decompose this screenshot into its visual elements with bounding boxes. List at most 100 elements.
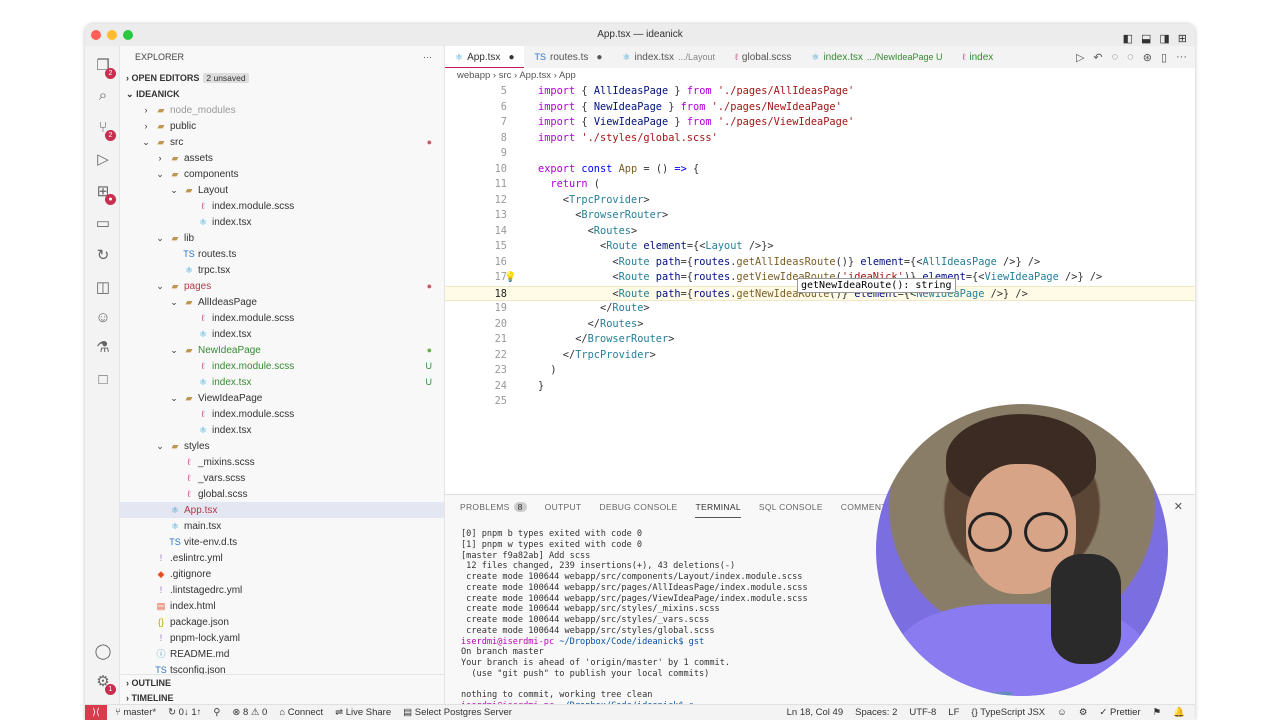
tree-file[interactable]: ℓ _mixins.scss [120,454,444,470]
tree-file[interactable]: ℓ _vars.scss [120,470,444,486]
run-debug-icon[interactable]: ▷ [93,150,113,170]
code-line[interactable]: 25 [445,394,1195,410]
editor-tab[interactable]: ⚛ index.tsx .../Layout [612,46,725,68]
panel-tab[interactable]: PROBLEMS 8 [460,502,527,512]
breadcrumb-item[interactable]: App.tsx [519,70,551,81]
workspace-root[interactable]: ⌄ IDEANICK [120,86,444,102]
tree-folder[interactable]: ⌄ ▰ src ● [120,134,444,150]
status-item[interactable]: ↻ 0↓ 1↑ [168,705,201,720]
tree-file[interactable]: ⚛ trpc.tsx [120,262,444,278]
code-line[interactable]: 21 </BrowserRouter> [445,332,1195,348]
testing-icon[interactable]: ⚗ [93,338,113,358]
tree-folder[interactable]: ⌄ ▰ ViewIdeaPage [120,390,444,406]
stop-icon[interactable]: □ [93,370,113,390]
code-line[interactable]: 6 import { NewIdeaPage } from './pages/Ne… [445,100,1195,116]
code-line[interactable]: 24} [445,379,1195,395]
account-icon[interactable]: ◯ [93,642,113,662]
tree-folder[interactable]: ⌄ ▰ styles [120,438,444,454]
tree-file[interactable]: ⚛ main.tsx [120,518,444,534]
explorer-icon[interactable]: ❐ 2 [93,56,116,79]
status-item[interactable]: ☺ [1057,705,1067,720]
tree-file[interactable]: ⚛ index.tsx [120,326,444,342]
code-line[interactable]: 15 <Route element={<Layout />}> [445,239,1195,255]
lightbulb-icon[interactable]: 💡 [504,272,516,283]
code-line[interactable]: 7 import { ViewIdeaPage } from './pages/V… [445,115,1195,131]
editor-action-icon[interactable]: ▷ [1076,51,1084,64]
status-item[interactable]: UTF-8 [909,705,936,720]
code-line[interactable]: 20 </Routes> [445,317,1195,333]
status-item[interactable]: ▤ Select Postgres Server [403,705,512,720]
breadcrumb-item[interactable]: webapp [457,70,490,81]
tree-file[interactable]: ⚛ App.tsx [120,502,444,518]
editor-tab[interactable]: ℓ global.scss [725,46,801,68]
editor-action-icon[interactable]: ▯ [1161,51,1167,64]
tree-folder[interactable]: ⌄ ▰ AllIdeasPage [120,294,444,310]
tree-file[interactable]: TS routes.ts [120,246,444,262]
tree-file[interactable]: ⚛ index.tsx [120,422,444,438]
terminal-output[interactable]: [0] pnpm b types exited with code 0 [1] p… [461,529,808,712]
tree-file[interactable]: ⚛ index.tsx [120,214,444,230]
editor-action-icon[interactable]: ◌ [1127,51,1134,64]
tree-folder[interactable]: ⌄ ▰ NewIdeaPage ● [120,342,444,358]
status-item[interactable]: ⚑ [1153,705,1162,720]
status-item[interactable]: ⌂ Connect [279,705,323,720]
unsaved-dot-icon[interactable]: ● [508,52,514,63]
status-item[interactable]: ⚙ [1079,705,1088,720]
editor-action-icon[interactable]: ↶ [1093,51,1102,64]
database-icon[interactable]: ◫ [93,278,113,298]
panel-tab[interactable]: TERMINAL [695,497,741,518]
more-actions-icon[interactable]: ··· [423,46,432,68]
close-panel-icon[interactable]: ✕ [1174,500,1183,513]
remote-explorer-icon[interactable]: ▭ [93,214,113,234]
tree-folder[interactable]: › ▰ node_modules [120,102,444,118]
code-line[interactable]: 9 [445,146,1195,162]
code-line[interactable]: 5 import { AllIdeasPage } from './pages/A… [445,84,1195,100]
editor-action-icon[interactable]: ··· [1176,51,1187,64]
panel-tab[interactable]: OUTPUT [545,502,582,512]
outline-section[interactable]: › OUTLINE [120,674,444,690]
code-line[interactable]: 8 import './styles/global.scss' [445,131,1195,147]
unsaved-dot-icon[interactable]: ● [596,52,602,63]
panel-tab[interactable]: SQL CONSOLE [759,502,823,512]
status-item[interactable]: 🔔 [1173,705,1185,720]
code-line[interactable]: 11 return ( [445,177,1195,193]
code-line[interactable]: 22 </TrpcProvider> [445,348,1195,364]
source-control-icon[interactable]: ⑂ 2 [93,118,116,141]
tree-file[interactable]: ℓ index.module.scss [120,310,444,326]
tree-file[interactable]: ! .lintstagedrc.yml [120,582,444,598]
tree-file[interactable]: ! .eslintrc.yml [120,550,444,566]
editor-tab[interactable]: ⚛ App.tsx ● [445,46,525,68]
tree-file[interactable]: ℓ index.module.scss U [120,358,444,374]
open-editors-section[interactable]: › OPEN EDITORS 2 unsaved [120,70,444,86]
tree-file[interactable]: ℓ index.module.scss [120,198,444,214]
code-line[interactable]: 12 <TrpcProvider> [445,193,1195,209]
manage-gear-icon[interactable]: ⚙ 1 [93,672,116,695]
code-line[interactable]: 23 ) [445,363,1195,379]
status-item[interactable]: Spaces: 2 [855,705,897,720]
editor-tab[interactable]: TS routes.ts ● [524,46,612,68]
extensions-icon[interactable]: ⊞ ● [93,182,116,205]
tree-folder[interactable]: › ▰ public [120,118,444,134]
tree-file[interactable]: ◆ .gitignore [120,566,444,582]
status-item[interactable]: LF [948,705,959,720]
code-line[interactable]: 16 <Route path={routes.getAllIdeasRoute(… [445,255,1195,271]
status-item[interactable]: {} TypeScript JSX [971,705,1045,720]
status-item[interactable]: ⇌ Live Share [335,705,391,720]
code-line[interactable]: 14 <Routes> [445,224,1195,240]
editor-action-icon[interactable]: ⊛ [1143,51,1152,64]
tree-file[interactable]: ℓ index.module.scss [120,406,444,422]
tree-folder[interactable]: ⌄ ▰ lib [120,230,444,246]
tree-file[interactable]: ℓ global.scss [120,486,444,502]
code-line[interactable]: 13 <BrowserRouter> [445,208,1195,224]
tree-folder[interactable]: ⌄ ▰ Layout [120,182,444,198]
panel-tab[interactable]: DEBUG CONSOLE [599,502,677,512]
tree-file[interactable]: ⚛ index.tsx U [120,374,444,390]
tree-file[interactable]: ! pnpm-lock.yaml [120,630,444,646]
status-item[interactable]: ⚲ [213,705,220,720]
editor-action-icon[interactable]: ◌ [1112,51,1119,64]
search-icon[interactable]: ⌕ [93,86,113,106]
minimize-window-button[interactable] [107,30,117,40]
tree-file[interactable]: {} package.json [120,614,444,630]
tree-folder[interactable]: ⌄ ▰ components [120,166,444,182]
editor-tab[interactable]: ⚛ index.tsx .../NewIdeaPage U [801,46,952,68]
